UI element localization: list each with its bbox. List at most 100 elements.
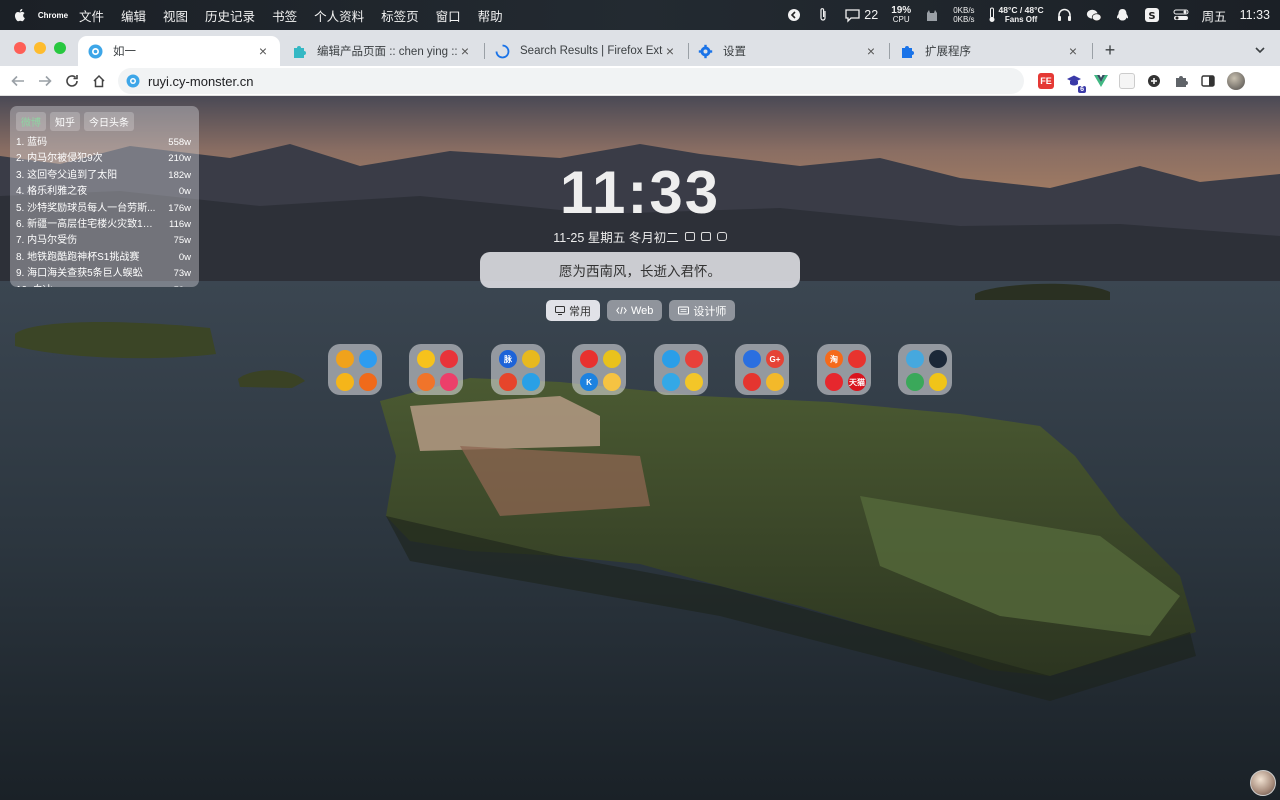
menu-file[interactable]: 文件: [79, 6, 104, 25]
app-icon[interactable]: 淘: [825, 350, 843, 368]
app-s-icon[interactable]: S: [1144, 7, 1160, 23]
app-icon[interactable]: [906, 350, 924, 368]
app-icon[interactable]: [825, 373, 843, 391]
back-button[interactable]: [9, 72, 27, 90]
tab-edit-product[interactable]: 编辑产品页面 :: chen ying :: Firefox ×: [282, 36, 482, 66]
app-icon[interactable]: K: [580, 373, 598, 391]
vue-devtools-icon[interactable]: [1093, 73, 1109, 89]
app-folder[interactable]: 淘天猫: [817, 344, 871, 395]
hot-list-item[interactable]: 2. 内马尔被侵犯9次 210w: [10, 151, 199, 167]
hot-tab-toutiao[interactable]: 今日头条: [84, 112, 134, 131]
hot-list-item[interactable]: 9. 海口海关查获5条巨人蜈蚣 73w: [10, 266, 199, 282]
menu-window[interactable]: 窗口: [436, 6, 461, 25]
app-folder[interactable]: G+: [735, 344, 789, 395]
app-icon[interactable]: [417, 373, 435, 391]
menu-app-name[interactable]: Chrome: [38, 6, 68, 24]
app-icon[interactable]: [336, 373, 354, 391]
app-icon[interactable]: [522, 350, 540, 368]
app-icon[interactable]: [417, 350, 435, 368]
app-folder[interactable]: 脉: [491, 344, 545, 395]
menu-view[interactable]: 视图: [163, 6, 188, 25]
home-button[interactable]: [90, 72, 108, 90]
tab-extensions[interactable]: 扩展程序 ×: [890, 36, 1090, 66]
menubar-day[interactable]: 周五: [1202, 6, 1227, 25]
tab-close-icon[interactable]: ×: [256, 43, 270, 59]
keyboard-icon[interactable]: [700, 232, 711, 241]
control-center-icon[interactable]: [1173, 7, 1189, 23]
cpu-status[interactable]: 19% CPU: [891, 6, 911, 25]
qq-penguin-icon[interactable]: [1115, 7, 1131, 23]
app-icon[interactable]: 脉: [499, 350, 517, 368]
hot-list-item[interactable]: 1. 蓝码 558w: [10, 135, 199, 151]
tab-search-results[interactable]: Search Results | Firefox Extensions ×: [485, 36, 687, 66]
app-icon[interactable]: [685, 350, 703, 368]
extensions-puzzle-icon[interactable]: [1173, 73, 1189, 89]
side-panel-icon[interactable]: [1200, 73, 1216, 89]
app-icon[interactable]: [662, 373, 680, 391]
app-icon[interactable]: [766, 373, 784, 391]
tab-settings[interactable]: 设置 ×: [688, 36, 888, 66]
search-bar[interactable]: 愿为西南风，长逝入君怀。: [480, 252, 800, 288]
app-folder[interactable]: [409, 344, 463, 395]
hot-list-item[interactable]: 6. 新疆一高层住宅楼火灾致10... 116w: [10, 217, 199, 233]
app-icon[interactable]: [929, 373, 947, 391]
network-status[interactable]: 0KB/s 0KB/s: [953, 6, 974, 24]
app-icon[interactable]: [440, 350, 458, 368]
app-icon[interactable]: [848, 350, 866, 368]
temperature-status[interactable]: 48°C / 48°C Fans Off: [988, 6, 1044, 24]
menubar-clock[interactable]: 11:33: [1240, 8, 1270, 22]
app-icon[interactable]: [603, 373, 621, 391]
menu-edit[interactable]: 编辑: [121, 6, 146, 25]
new-tab-button[interactable]: +: [1100, 40, 1120, 61]
reload-button[interactable]: [63, 72, 81, 90]
hot-list-item[interactable]: 7. 内马尔受伤 75w: [10, 233, 199, 249]
address-bar[interactable]: ruyi.cy-monster.cn: [118, 68, 1024, 94]
back-arrow-circle-icon[interactable]: [786, 7, 802, 23]
app-icon[interactable]: [359, 373, 377, 391]
tab-close-icon[interactable]: ×: [1066, 43, 1080, 59]
hot-tab-weibo[interactable]: 微博: [16, 112, 46, 131]
app-icon[interactable]: [743, 350, 761, 368]
app-icon[interactable]: [603, 350, 621, 368]
app-icon[interactable]: [580, 350, 598, 368]
chevron-down-icon[interactable]: [1254, 44, 1266, 56]
tab-close-icon[interactable]: ×: [864, 43, 878, 59]
blank-extension-icon[interactable]: [1119, 73, 1135, 89]
menu-help[interactable]: 帮助: [478, 6, 503, 25]
app-folder[interactable]: [898, 344, 952, 395]
checklist-icon[interactable]: [684, 232, 695, 241]
code-icon[interactable]: [716, 232, 727, 241]
cat-icon[interactable]: [924, 7, 940, 23]
menu-tabs[interactable]: 标签页: [381, 6, 419, 25]
messages-status[interactable]: 22: [844, 8, 878, 23]
app-folder[interactable]: K: [572, 344, 626, 395]
app-folder[interactable]: [654, 344, 708, 395]
window-maximize-button[interactable]: [54, 42, 66, 54]
app-icon[interactable]: [743, 373, 761, 391]
app-icon[interactable]: [359, 350, 377, 368]
user-avatar[interactable]: [1250, 770, 1276, 796]
hot-list-item[interactable]: 10. 白冰 59w: [10, 283, 199, 287]
app-icon[interactable]: [522, 373, 540, 391]
app-icon[interactable]: [336, 350, 354, 368]
category-tab-common[interactable]: 常用: [546, 300, 600, 321]
tab-close-icon[interactable]: ×: [458, 43, 472, 59]
app-icon[interactable]: [685, 373, 703, 391]
window-minimize-button[interactable]: [34, 42, 46, 54]
window-close-button[interactable]: [14, 42, 26, 54]
circle-extension-icon[interactable]: [1146, 73, 1162, 89]
tab-close-icon[interactable]: ×: [663, 43, 677, 59]
hot-list-item[interactable]: 5. 沙特奖励球员每人一台劳斯... 176w: [10, 201, 199, 217]
forward-button[interactable]: [36, 72, 54, 90]
app-icon[interactable]: [906, 373, 924, 391]
category-tab-web[interactable]: Web: [607, 300, 663, 321]
paperclip-icon[interactable]: [815, 7, 831, 23]
menu-profiles[interactable]: 个人资料: [314, 6, 364, 25]
app-icon[interactable]: [929, 350, 947, 368]
hot-list-item[interactable]: 8. 地铁跑酷跑神杯S1挑战赛 0w: [10, 250, 199, 266]
menu-bookmarks[interactable]: 书签: [272, 6, 297, 25]
tab-ruyi[interactable]: 如一 ×: [78, 36, 280, 66]
category-tab-designer[interactable]: 设计师: [669, 300, 736, 321]
fe-helper-extension-icon[interactable]: FE: [1038, 73, 1054, 89]
app-icon[interactable]: [662, 350, 680, 368]
